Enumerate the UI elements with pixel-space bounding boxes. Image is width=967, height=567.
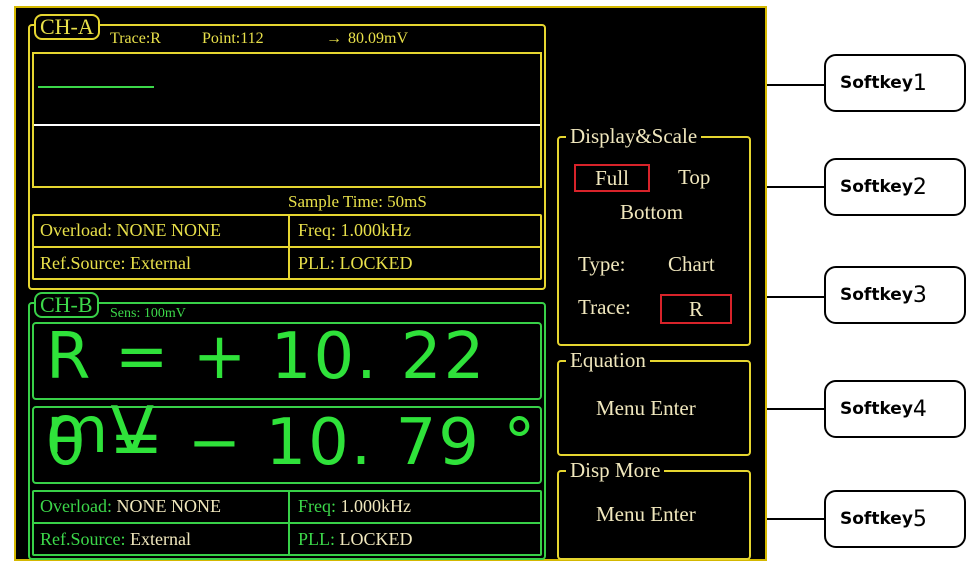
ch-a-status-vdiv xyxy=(288,216,290,278)
ch-b-status-vdiv xyxy=(288,492,290,554)
ch-b-ref-value: External xyxy=(125,529,191,549)
softkey-2-leader xyxy=(767,186,825,188)
ch-b-overload-label: Overload: xyxy=(40,496,112,516)
ch-b-freq: Freq: 1.000kHz xyxy=(298,496,411,517)
display-bottom-option[interactable]: Bottom xyxy=(620,200,683,225)
ch-a-trace: Trace:R xyxy=(110,30,161,47)
softkey-5-number: 5 xyxy=(912,506,927,532)
softkey-4-leader xyxy=(767,408,825,410)
ch-b-theta-readout: θ = − 10. 79 ° xyxy=(32,406,542,484)
softkey-2-label: Softkey xyxy=(840,177,913,197)
ch-b-tag: CH-B xyxy=(34,292,99,318)
softkey-2-number: 2 xyxy=(912,174,927,200)
ch-b-r-readout: R = + 10. 22 mV xyxy=(32,320,542,468)
softkey-3-number: 3 xyxy=(912,282,927,308)
ch-b-overload: Overload: NONE NONE xyxy=(40,496,221,517)
trace-value-option[interactable]: R xyxy=(660,294,732,324)
ch-a-ref-source: Ref.Source: External xyxy=(40,253,191,273)
ch-b-pll: PLL: LOCKED xyxy=(298,529,413,550)
softkey-5-label: Softkey xyxy=(840,509,913,529)
softkey-4[interactable]: Softkey 4 xyxy=(824,380,966,438)
ch-b-theta-value: θ = − 10. 79 ° xyxy=(46,406,538,480)
softkey-4-number: 4 xyxy=(912,396,927,422)
ch-b-pll-label: PLL: xyxy=(298,529,336,549)
ch-b-ref-source: Ref.Source: External xyxy=(40,529,191,550)
ch-a-plot-area xyxy=(32,52,542,188)
display-full-option[interactable]: Full xyxy=(574,164,650,192)
disp-more-menu-enter[interactable]: Menu Enter xyxy=(596,502,696,527)
softkey-3[interactable]: Softkey 3 xyxy=(824,266,966,324)
ch-a-status-hdiv xyxy=(34,246,540,248)
ch-b-status-hdiv xyxy=(34,522,540,524)
equation-menu-enter[interactable]: Menu Enter xyxy=(596,396,696,421)
ch-a-pll: PLL: LOCKED xyxy=(298,253,413,273)
display-scale-title: Display&Scale xyxy=(566,124,702,149)
ch-a-overload: Overload: NONE NONE xyxy=(40,220,221,240)
ch-a-status-table: Overload: NONE NONE Freq: 1.000kHz Ref.S… xyxy=(32,214,542,280)
ch-b-ref-label: Ref.Source: xyxy=(40,529,126,549)
disp-more-title: Disp More xyxy=(566,458,665,483)
type-value[interactable]: Chart xyxy=(668,252,715,277)
softkey-3-label: Softkey xyxy=(840,285,913,305)
softkey-1-leader xyxy=(767,84,825,86)
softkey-4-label: Softkey xyxy=(840,399,913,419)
type-label: Type: xyxy=(578,252,626,276)
trace-value: R xyxy=(688,297,703,321)
trace-label: Trace: xyxy=(578,295,631,319)
ch-a-trace-line xyxy=(38,86,154,88)
softkey-1-label: Softkey xyxy=(840,73,913,93)
equation-title: Equation xyxy=(566,348,650,373)
ch-b-freq-value: 1.000kHz xyxy=(336,496,412,516)
softkey-5-leader xyxy=(767,518,825,520)
softkey-1[interactable]: Softkey 1 xyxy=(824,54,966,112)
ch-a-sample-time: Sample Time: 50mS xyxy=(288,192,427,211)
ch-b-status-table: Overload: NONE NONE Freq: 1.000kHz Ref.S… xyxy=(32,490,542,556)
ch-a-value: 80.09mV xyxy=(348,30,408,47)
softkey-1-number: 1 xyxy=(912,70,927,96)
ch-a-arrow: → xyxy=(326,30,342,47)
ch-a-point: Point:112 xyxy=(202,30,264,47)
ch-a-tag: CH-A xyxy=(34,14,100,40)
ch-a-freq: Freq: 1.000kHz xyxy=(298,220,411,240)
ch-b-pll-value: LOCKED xyxy=(335,529,413,549)
softkey-2[interactable]: Softkey 2 xyxy=(824,158,966,216)
display-full-label: Full xyxy=(595,166,629,190)
ch-b-freq-label: Freq: xyxy=(298,496,336,516)
instrument-screen: CH-A Trace:R Point:112 → 80.09mV Sample … xyxy=(14,6,767,561)
softkey-3-leader xyxy=(767,296,825,298)
ch-a-baseline xyxy=(34,124,540,126)
ch-b-overload-value: NONE NONE xyxy=(111,496,221,516)
display-top-option[interactable]: Top xyxy=(678,165,710,190)
softkey-5[interactable]: Softkey 5 xyxy=(824,490,966,548)
